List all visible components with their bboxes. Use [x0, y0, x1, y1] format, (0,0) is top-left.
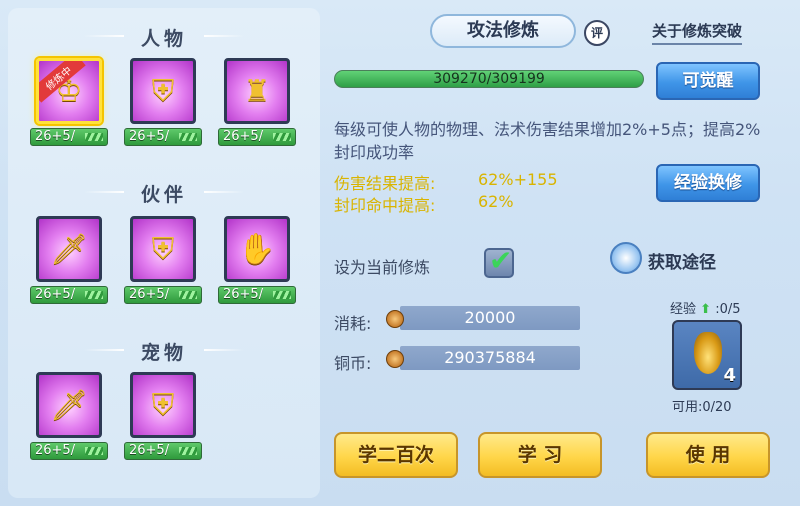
set-current-training-label: 设为当前修炼 — [334, 258, 431, 277]
cost-row: 消耗: 20000 — [334, 306, 580, 334]
skill-level-bar: 26+5/ — [218, 128, 296, 146]
coins-value: 290375884 — [400, 346, 580, 370]
exp-item-slot[interactable]: 4 — [672, 320, 742, 390]
arrow-up-icon: ⬆ — [700, 302, 712, 317]
section-title-partner: 伙伴 — [84, 180, 244, 207]
cat-sword-icon[interactable]: 🗡 — [36, 372, 102, 438]
stat-seal-label: 封印命中提高: — [334, 196, 436, 215]
acquire-route-label: 获取途径 — [648, 253, 716, 273]
exp-counter-value: :0/5 — [715, 302, 741, 317]
set-current-training-row: 设为当前修炼 — [334, 244, 514, 278]
set-current-checkbox[interactable] — [484, 244, 514, 278]
learn-button[interactable]: 学 习 — [478, 432, 602, 478]
stat-damage-label: 伤害结果提高: — [334, 174, 436, 193]
learn-200-button[interactable]: 学二百次 — [334, 432, 458, 478]
copper-coin-icon — [386, 350, 404, 368]
stat-seal: 封印命中提高: 62% — [334, 192, 514, 216]
use-button[interactable]: 使 用 — [646, 432, 770, 478]
cost-label: 消耗: — [334, 314, 372, 333]
stat-seal-value: 62% — [478, 192, 514, 211]
skill-card-character-3[interactable]: ♜ 26+5/ — [218, 58, 296, 146]
lion-shield-icon[interactable]: ⛨ — [130, 216, 196, 282]
lion-sword-icon[interactable]: 🗡 — [36, 216, 102, 282]
skill-card-pet-1[interactable]: 🗡 26+5/ — [30, 372, 108, 460]
section-title-pet: 宠物 — [84, 338, 244, 365]
skill-level-bar: 26+5/ — [218, 286, 296, 304]
stat-damage: 伤害结果提高: 62%+155 — [334, 170, 558, 194]
section-title-character: 人物 — [84, 24, 244, 51]
about-breakthrough-link[interactable]: 关于修炼突破 — [652, 20, 743, 45]
skill-level-bar: 26+5/ — [30, 286, 108, 304]
coins-label: 铜币: — [334, 354, 372, 373]
skill-level-bar: 26+5/ — [30, 128, 108, 146]
review-badge[interactable]: 评 — [584, 20, 610, 46]
experience-bar: 309270/309199 — [334, 70, 644, 88]
page-title: 攻法修炼 — [430, 14, 576, 48]
cost-value: 20000 — [400, 306, 580, 330]
warrior-hand-icon[interactable]: ♔ 修炼中 — [36, 58, 102, 124]
vase-icon — [694, 332, 722, 374]
skill-level-bar: 26+5/ — [124, 128, 202, 146]
skill-level-bar: 26+5/ — [124, 442, 202, 460]
usable-count: 可用:0/20 — [672, 400, 732, 415]
skill-card-character-1[interactable]: ♔ 修炼中 26+5/ — [30, 58, 108, 146]
exp-counter: 经验 ⬆ :0/5 — [670, 298, 741, 317]
training-description: 每级可使人物的物理、法术伤害结果增加2%+5点；提高2%封印成功率 — [334, 120, 761, 162]
item-count: 4 — [723, 365, 736, 386]
training-window: 人物 ♔ 修炼中 26+5/ ⛨ 26+5/ ♜ 26+5/ 伙伴 🗡 26+5… — [0, 0, 800, 506]
skill-level-bar: 26+5/ — [124, 286, 202, 304]
book-icon — [610, 242, 642, 274]
training-detail-panel: 攻法修炼 评 关于修炼突破 309270/309199 可觉醒 每级可使人物的物… — [320, 8, 792, 498]
stat-damage-value: 62%+155 — [478, 170, 558, 189]
coins-row: 铜币: 290375884 — [334, 346, 580, 374]
exp-counter-label: 经验 — [670, 302, 697, 317]
skill-list-panel: 人物 ♔ 修炼中 26+5/ ⛨ 26+5/ ♜ 26+5/ 伙伴 🗡 26+5… — [8, 8, 320, 498]
skill-card-partner-1[interactable]: 🗡 26+5/ — [30, 216, 108, 304]
warrior-seal-icon[interactable]: ♜ — [224, 58, 290, 124]
skill-level-bar: 26+5/ — [30, 442, 108, 460]
lion-claw-icon[interactable]: ✋ — [224, 216, 290, 282]
skill-card-partner-3[interactable]: ✋ 26+5/ — [218, 216, 296, 304]
cat-shield-icon[interactable]: ⛨ — [130, 372, 196, 438]
awaken-button[interactable]: 可觉醒 — [656, 62, 760, 100]
acquire-route[interactable]: 获取途径 — [610, 242, 716, 274]
skill-card-character-2[interactable]: ⛨ 26+5/ — [124, 58, 202, 146]
exp-exchange-button[interactable]: 经验换修 — [656, 164, 760, 202]
armor-shield-icon[interactable]: ⛨ — [130, 58, 196, 124]
skill-card-pet-2[interactable]: ⛨ 26+5/ — [124, 372, 202, 460]
copper-coin-icon — [386, 310, 404, 328]
skill-card-partner-2[interactable]: ⛨ 26+5/ — [124, 216, 202, 304]
